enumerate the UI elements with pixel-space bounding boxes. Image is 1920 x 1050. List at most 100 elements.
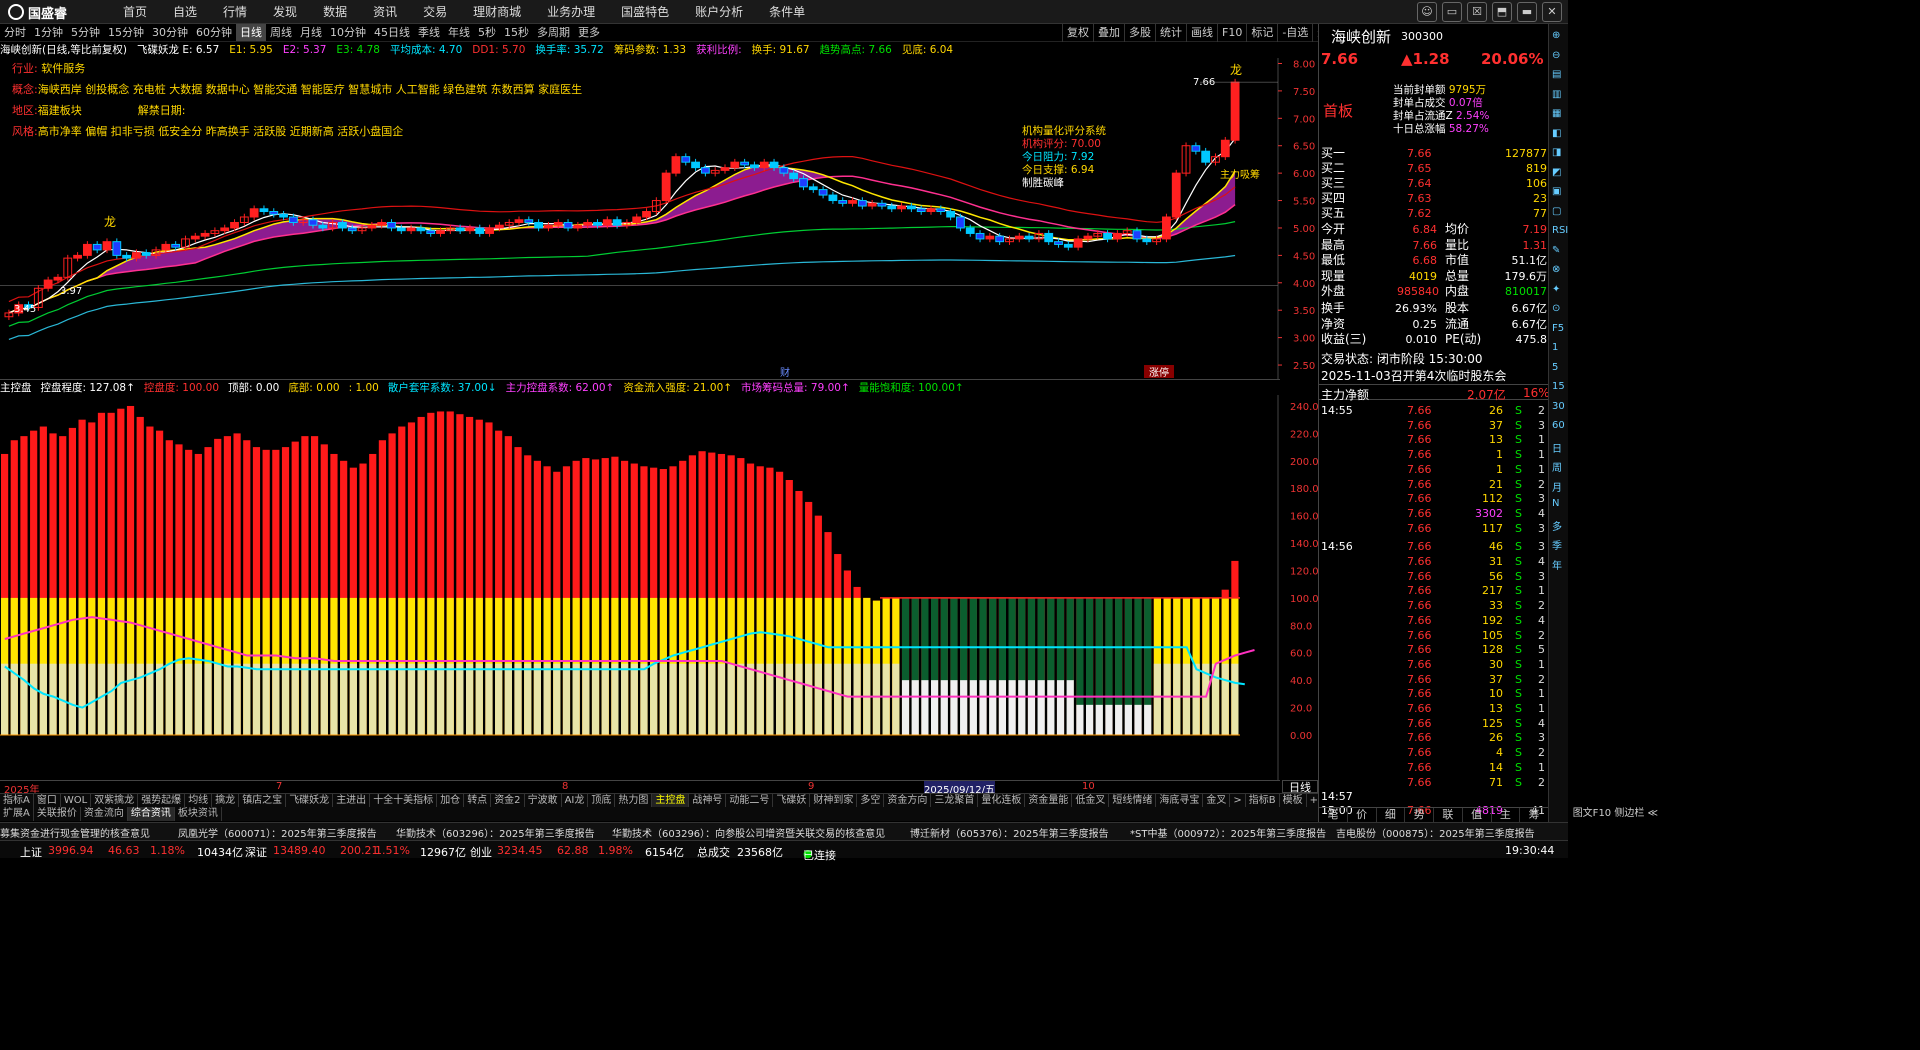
side-tool-icon[interactable]: ⊕	[1552, 30, 1560, 41]
chart-tool-button[interactable]: -自选	[1277, 24, 1312, 42]
side-tool-icon[interactable]: N	[1552, 498, 1559, 509]
period-tab[interactable]: 季线	[414, 24, 444, 41]
side-tool-icon[interactable]: 年	[1552, 557, 1562, 572]
menu-item[interactable]: 国盛特色	[608, 0, 682, 24]
side-tool-icon[interactable]: RSI	[1552, 225, 1568, 236]
menu-item[interactable]: 数据	[310, 0, 360, 24]
period-tab[interactable]: 分时	[0, 24, 30, 41]
side-tool-icon[interactable]: 60	[1552, 420, 1565, 431]
menu-item[interactable]: 首页	[110, 0, 160, 24]
indicator-tab[interactable]: 十全十美指标	[370, 794, 438, 807]
side-tool-icon[interactable]: 5	[1552, 362, 1558, 373]
period-tab[interactable]: 5分钟	[67, 24, 104, 41]
side-tool-icon[interactable]: ✦	[1552, 284, 1560, 295]
indicator-tab[interactable]: 战神号	[689, 794, 727, 807]
period-tab[interactable]: 15秒	[500, 24, 533, 41]
news-item[interactable]: 吉电股份（000875）：2025年第三季度报告	[1336, 825, 1535, 840]
indicator-tab[interactable]: 主控盘	[652, 794, 690, 807]
side-tool-icon[interactable]: ⊗	[1552, 264, 1560, 275]
info-tab[interactable]: 资金流向	[81, 807, 128, 821]
side-tool-icon[interactable]: 日	[1552, 440, 1562, 455]
chart-tool-button[interactable]: 统计	[1155, 24, 1186, 42]
indicator-tab[interactable]: AI龙	[562, 794, 589, 807]
side-tool-icon[interactable]: ◩	[1552, 167, 1561, 178]
side-tool-icon[interactable]: ◨	[1552, 147, 1561, 158]
quote-tab[interactable]: 值	[1463, 808, 1492, 822]
indicator-tab[interactable]: 飞碟妖龙	[286, 794, 334, 807]
side-tool-icon[interactable]: ▣	[1552, 186, 1561, 197]
indicator-tab[interactable]: 量化连板	[978, 794, 1026, 807]
side-tool-icon[interactable]: ▦	[1552, 108, 1561, 119]
info-tab[interactable]: 综合资讯	[127, 807, 175, 821]
indicator-tab[interactable]: 双紫擒龙	[91, 794, 139, 807]
quote-tab[interactable]: 细	[1377, 808, 1406, 822]
news-item[interactable]: 华勤技术（603296）：向参股公司增资暨关联交易的核查意见	[612, 825, 885, 840]
quote-tab[interactable]: 筹	[1520, 808, 1549, 822]
chart-tool-button[interactable]: F10	[1217, 24, 1246, 42]
f10-links[interactable]: 图文F10 侧边栏 ≪	[1573, 807, 1658, 821]
menu-item[interactable]: 条件单	[756, 0, 818, 24]
chart-tool-button[interactable]: 画线	[1186, 24, 1217, 42]
info-tab[interactable]: 板块资讯	[175, 807, 222, 821]
indicator-tab[interactable]: 金叉	[1203, 794, 1231, 807]
side-tool-icon[interactable]: 多	[1552, 518, 1562, 533]
menu-item[interactable]: 资讯	[360, 0, 410, 24]
period-tab[interactable]: 年线	[444, 24, 474, 41]
window-control-icon[interactable]: ☺	[1417, 2, 1437, 22]
period-tab[interactable]: 月线	[296, 24, 326, 41]
side-tool-icon[interactable]: F5	[1552, 323, 1564, 334]
meeting-notice[interactable]: 2025-11-03召开第4次临时股东会	[1321, 367, 1506, 384]
indicator-tab[interactable]: 模板	[1280, 794, 1307, 807]
indicator-tab[interactable]: 短线情绪	[1109, 794, 1157, 807]
quote-tab[interactable]: 主	[1492, 808, 1521, 822]
news-item[interactable]: 凤凰光学（600071）：2025年第三季度报告	[178, 825, 377, 840]
indicator-tab[interactable]: 资金量能	[1025, 794, 1073, 807]
period-tab[interactable]: 10分钟	[326, 24, 370, 41]
indicator-tab[interactable]: 三龙聚首	[931, 794, 979, 807]
chart-tool-button[interactable]: 叠加	[1093, 24, 1124, 42]
indicator-tab[interactable]: 财神到家	[810, 794, 858, 807]
chart-tool-button[interactable]: 多股	[1124, 24, 1155, 42]
indicator-tab[interactable]: 窗口	[34, 794, 61, 807]
period-tab[interactable]: 日线	[236, 24, 266, 41]
window-control-icon[interactable]: ▬	[1517, 2, 1537, 22]
period-tab[interactable]: 15分钟	[104, 24, 148, 41]
indicator-tab[interactable]: 加仓	[437, 794, 465, 807]
menu-item[interactable]: 自选	[160, 0, 210, 24]
indicator-tab[interactable]: 热力图	[615, 794, 653, 807]
menu-item[interactable]: 账户分析	[682, 0, 756, 24]
quote-tab[interactable]: 联	[1434, 808, 1463, 822]
quote-tab[interactable]: 势	[1405, 808, 1434, 822]
indicator-tab[interactable]: 顶底	[588, 794, 616, 807]
indicator-tab[interactable]: 强势起爆	[138, 794, 186, 807]
indicator-tab[interactable]: 转点	[464, 794, 492, 807]
menu-item[interactable]: 发现	[260, 0, 310, 24]
period-button[interactable]: 日线	[1282, 780, 1318, 794]
window-control-icon[interactable]: ☒	[1467, 2, 1487, 22]
menu-item[interactable]: 理财商城	[460, 0, 534, 24]
side-tool-icon[interactable]: ✎	[1552, 245, 1560, 256]
news-item[interactable]: 华勤技术（603296）：2025年第三季度报告	[396, 825, 595, 840]
indicator-tab[interactable]: 宁波敢	[525, 794, 562, 807]
indicator-tab[interactable]: 低金叉	[1072, 794, 1110, 807]
period-tab[interactable]: 45日线	[370, 24, 414, 41]
quote-tab[interactable]: 笔	[1319, 808, 1348, 822]
side-tool-icon[interactable]: 1	[1552, 342, 1558, 353]
indicator-tab[interactable]: 主进出	[333, 794, 371, 807]
indicator-tab[interactable]: WOL	[61, 794, 92, 807]
period-tab[interactable]: 更多	[574, 24, 604, 41]
window-control-icon[interactable]: ✕	[1542, 2, 1562, 22]
side-tool-icon[interactable]: 15	[1552, 381, 1565, 392]
side-tool-icon[interactable]: ⊖	[1552, 50, 1560, 61]
side-tool-icon[interactable]: 季	[1552, 537, 1562, 552]
side-tool-icon[interactable]: 30	[1552, 401, 1565, 412]
news-item[interactable]: *ST中基（000972）：2025年第三季度报告	[1130, 825, 1326, 840]
indicator-tab[interactable]: 镇店之宝	[239, 794, 287, 807]
chart-tool-button[interactable]: 标记	[1246, 24, 1277, 42]
period-tab[interactable]: 多周期	[533, 24, 574, 41]
app-logo[interactable]: 国盛睿	[8, 3, 67, 22]
info-tab[interactable]: 关联报价	[34, 807, 81, 821]
indicator-tab[interactable]: 指标A	[0, 794, 34, 807]
period-tab[interactable]: 5秒	[474, 24, 500, 41]
side-tool-icon[interactable]: ▤	[1552, 69, 1561, 80]
